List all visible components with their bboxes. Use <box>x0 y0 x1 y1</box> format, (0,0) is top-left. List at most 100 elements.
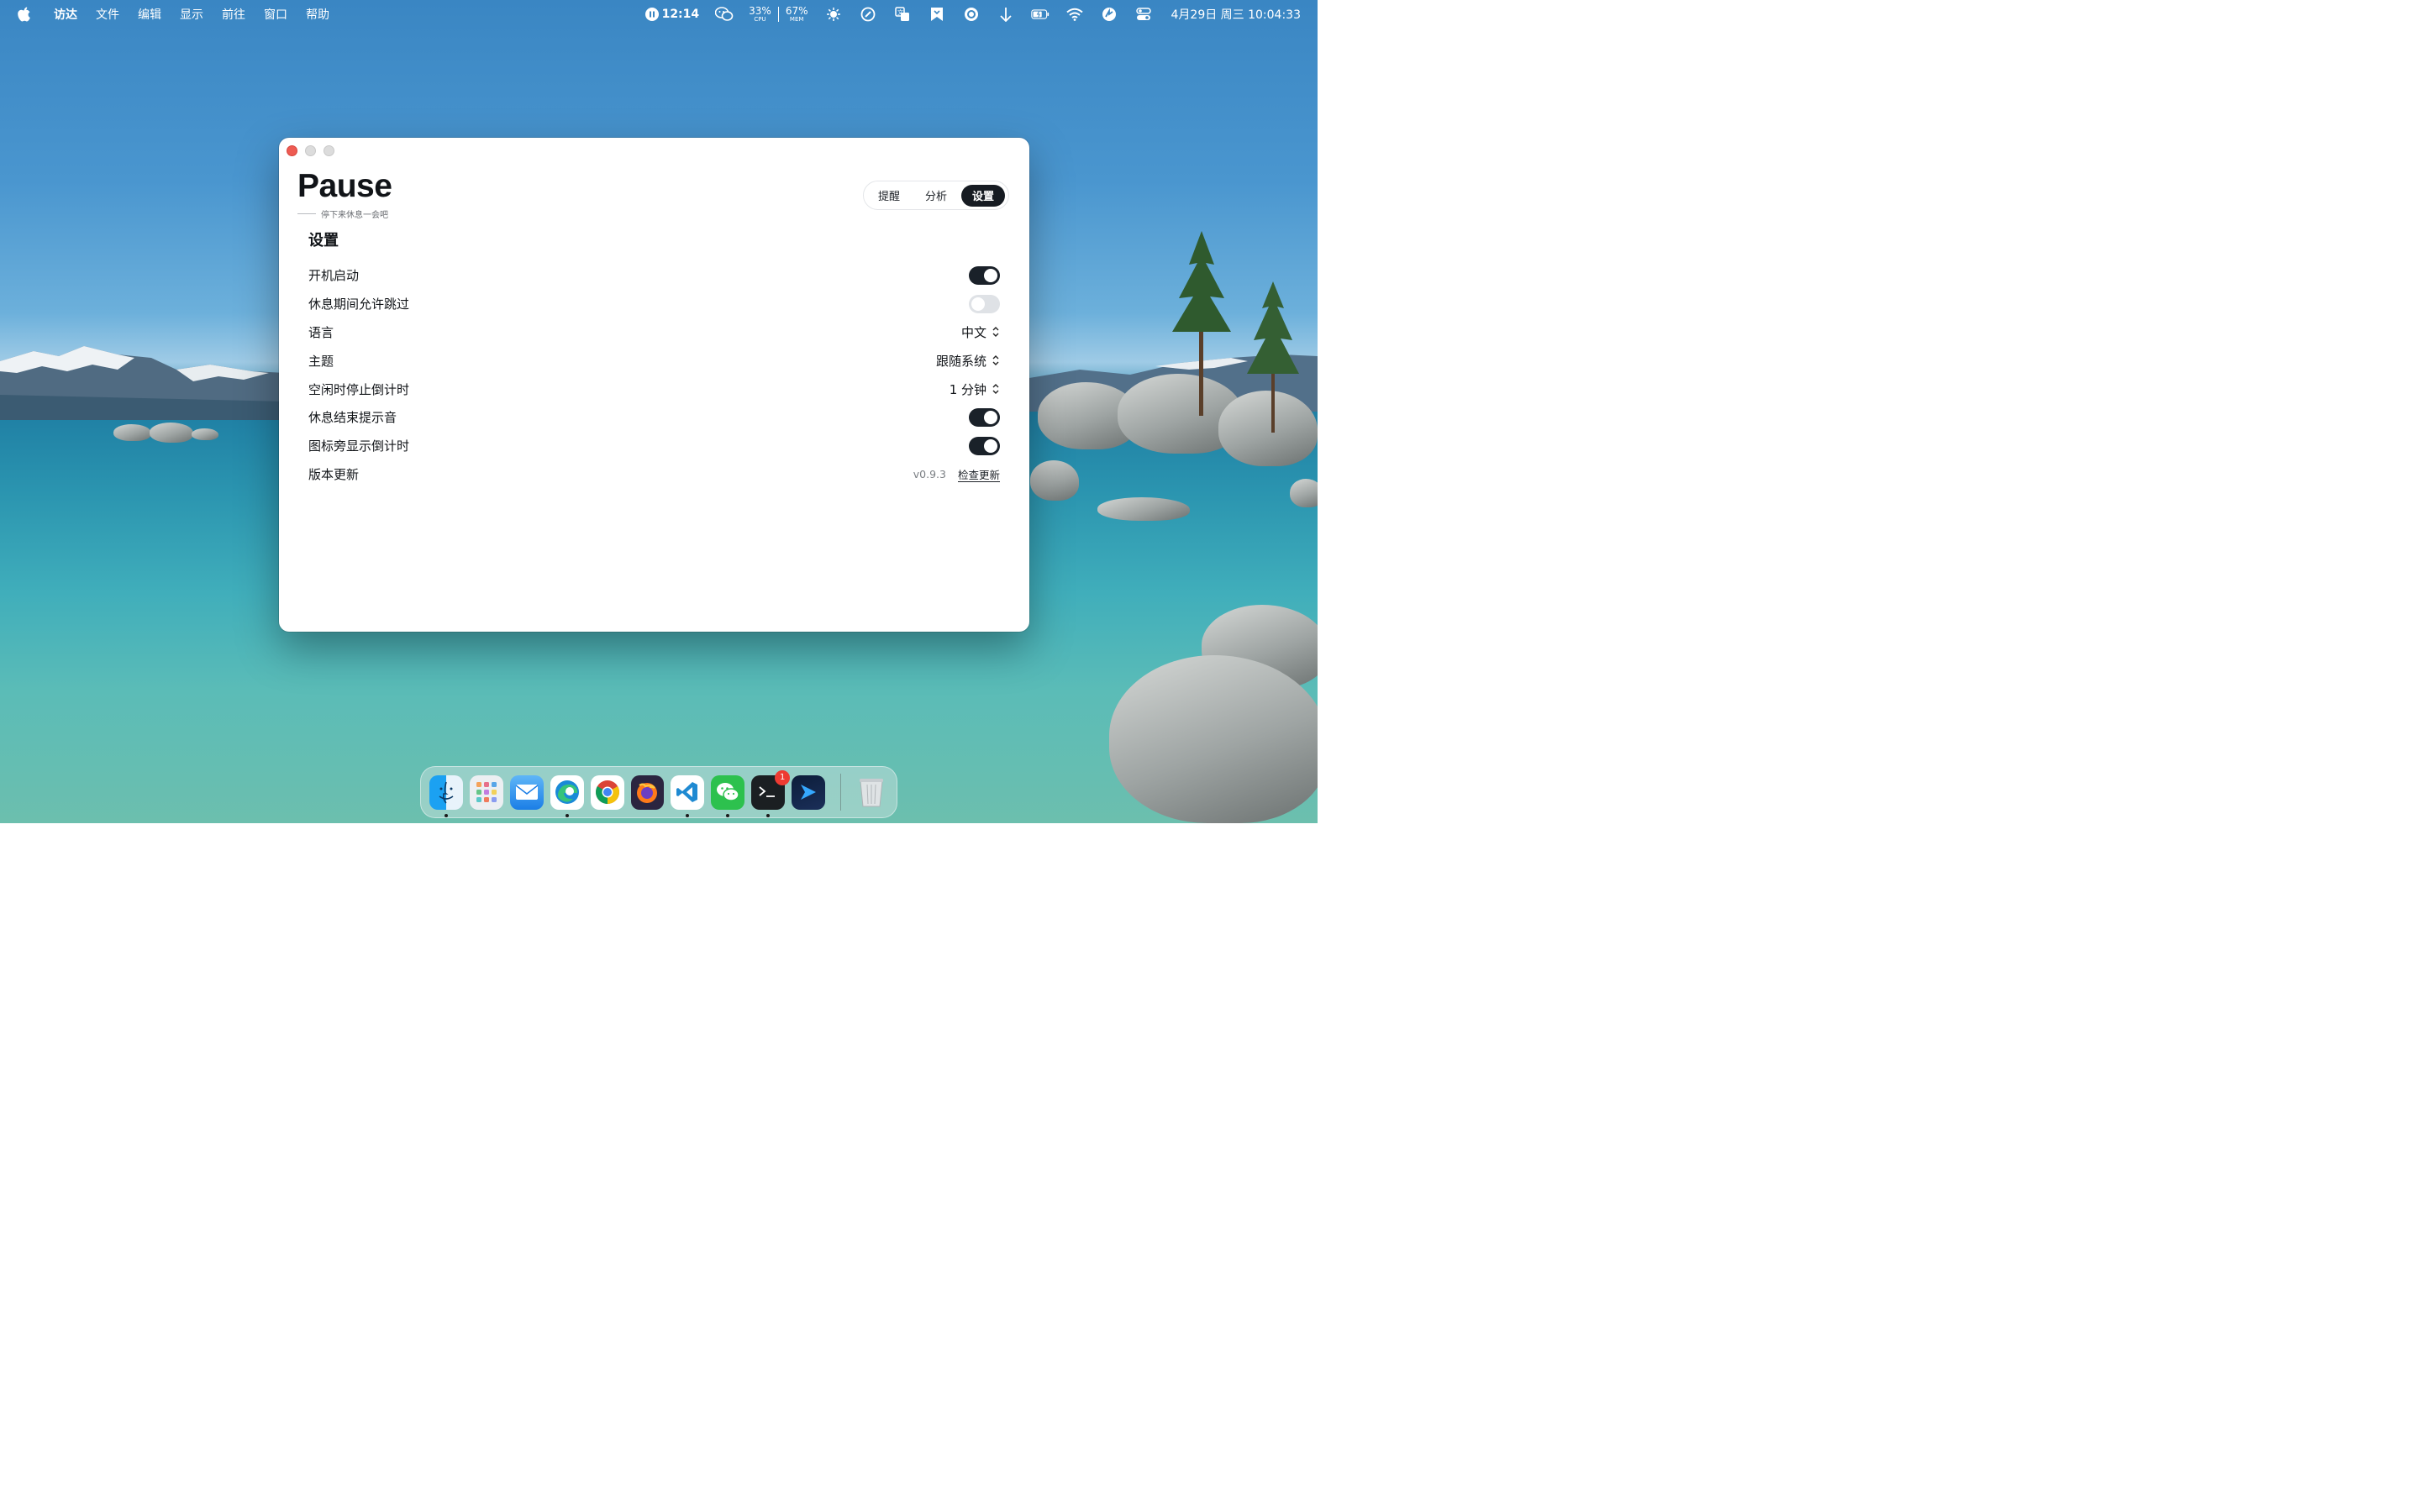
battery-icon[interactable] <box>1030 5 1050 24</box>
chevron-updown-icon <box>992 384 999 395</box>
window-controls <box>287 145 334 156</box>
rock <box>1097 497 1190 521</box>
app-title: Pause <box>297 168 392 204</box>
svg-text:文: 文 <box>897 8 903 16</box>
menu-finder[interactable]: 访达 <box>54 6 77 23</box>
language-select[interactable]: 中文 <box>961 323 1000 341</box>
dock: 1 <box>420 766 897 818</box>
apple-icon[interactable] <box>17 7 32 22</box>
chrome-icon <box>595 780 619 804</box>
minimize-button[interactable] <box>305 145 316 156</box>
vscode-icon <box>676 782 698 802</box>
close-button[interactable] <box>287 145 297 156</box>
rock <box>1030 460 1079 501</box>
setting-label: 版本更新 <box>308 466 360 482</box>
pause-settings-window: Pause 停下来休息一会吧 提醒 分析 设置 设置 开机启动 休息期间允许跳过… <box>279 138 1029 632</box>
launchpad-icon <box>476 782 497 802</box>
idle-stop-value: 1 分钟 <box>949 381 986 397</box>
translate-icon[interactable]: 文 <box>893 5 912 24</box>
cpu-stat[interactable]: 33% CPU <box>749 6 771 23</box>
setting-label: 主题 <box>308 353 334 369</box>
dock-chrome[interactable] <box>590 774 624 810</box>
tagline-divider <box>297 213 316 214</box>
menu-edit[interactable]: 编辑 <box>138 6 161 23</box>
settings-panel: 设置 开机启动 休息期间允许跳过 语言 中文 主题 跟随系统 空闲时停止倒计时 <box>308 228 1000 488</box>
setting-theme: 主题 跟随系统 <box>308 346 1000 375</box>
toggle-knob <box>971 297 985 311</box>
dock-launchpad[interactable] <box>469 774 503 810</box>
dock-terminal[interactable]: 1 <box>751 769 791 817</box>
wechat-status-icon[interactable] <box>715 5 734 24</box>
toggle-knob <box>984 410 997 424</box>
dock-vscode[interactable] <box>671 774 705 817</box>
menu-go[interactable]: 前往 <box>222 6 245 23</box>
control-center-icon[interactable] <box>1134 5 1153 24</box>
dock-mail[interactable] <box>509 774 544 810</box>
setting-label: 图标旁显示倒计时 <box>308 438 410 454</box>
chevron-updown-icon <box>992 355 999 366</box>
edge-icon <box>555 780 579 804</box>
dock-firefox[interactable] <box>630 774 665 810</box>
toggle-knob <box>984 268 997 282</box>
rock <box>150 423 193 443</box>
end-sound-toggle[interactable] <box>969 407 1000 427</box>
finder-icon <box>439 781 454 804</box>
pause-timer-status[interactable]: 12:14 <box>644 7 700 21</box>
idle-stop-select[interactable]: 1 分钟 <box>950 381 1000 398</box>
check-update-link[interactable]: 检查更新 <box>958 466 1000 482</box>
menubar-clock[interactable]: 4月29日 周三 10:04:33 <box>1171 6 1302 23</box>
mem-stat[interactable]: 67% MEM <box>786 6 808 23</box>
allow-skip-toggle[interactable] <box>969 294 1000 313</box>
tab-settings[interactable]: 设置 <box>960 184 1005 207</box>
mail-icon <box>515 785 539 800</box>
speed-gauge-icon[interactable] <box>859 5 877 24</box>
sun-icon[interactable] <box>824 5 843 24</box>
tab-analysis[interactable]: 分析 <box>914 185 958 207</box>
setting-label: 开机启动 <box>308 268 360 284</box>
trash-icon <box>859 779 883 807</box>
setting-label: 休息期间允许跳过 <box>308 297 410 312</box>
record-icon[interactable] <box>962 5 981 24</box>
setting-icon-countdown: 图标旁显示倒计时 <box>308 432 1000 460</box>
theme-value: 跟随系统 <box>935 353 986 369</box>
setting-launch-at-login: 开机启动 <box>308 261 1000 290</box>
proxy-arrow-icon[interactable] <box>997 5 1015 24</box>
running-indicator <box>444 813 448 817</box>
toggle-knob <box>984 438 997 453</box>
icon-countdown-toggle[interactable] <box>969 436 1000 455</box>
tab-reminder[interactable]: 提醒 <box>867 185 911 207</box>
rock <box>1109 655 1318 823</box>
setting-allow-skip: 休息期间允许跳过 <box>308 290 1000 318</box>
dock-finder[interactable] <box>429 774 463 817</box>
dock-wechat[interactable] <box>711 774 745 817</box>
tagline-text: 停下来休息一会吧 <box>321 211 388 220</box>
pause-circle-icon <box>644 7 659 21</box>
settings-heading: 设置 <box>308 232 339 249</box>
dock-trash[interactable] <box>855 775 888 810</box>
zoom-button[interactable] <box>324 145 334 156</box>
menu-file[interactable]: 文件 <box>96 6 119 23</box>
mountains-left <box>0 346 286 420</box>
rock <box>113 424 151 441</box>
menu-view[interactable]: 显示 <box>180 6 203 23</box>
running-indicator <box>565 813 569 817</box>
rock <box>192 428 218 440</box>
running-indicator <box>686 813 690 817</box>
language-value: 中文 <box>960 324 986 340</box>
dock-edge[interactable] <box>550 774 584 817</box>
wechat-icon <box>717 783 740 801</box>
notification-badge: 1 <box>775 769 791 785</box>
bookmark-app-icon[interactable] <box>928 5 946 24</box>
sync-app-icon[interactable] <box>1100 5 1118 24</box>
dock-separator <box>840 774 842 811</box>
menu-window[interactable]: 窗口 <box>264 6 287 23</box>
menu-help[interactable]: 帮助 <box>306 6 329 23</box>
menu-bar: 访达 文件 编辑 显示 前往 窗口 帮助 12:14 33% CPU 67% M… <box>0 0 1318 28</box>
dock-prompt[interactable] <box>792 774 826 810</box>
wifi-icon[interactable] <box>1065 5 1084 24</box>
launch-at-login-toggle[interactable] <box>969 265 1000 285</box>
theme-select[interactable]: 跟随系统 <box>936 352 1000 370</box>
app-tagline: 停下来休息一会吧 <box>297 207 392 220</box>
update-controls: v0.9.3 检查更新 <box>913 466 1000 482</box>
timer-text: 12:14 <box>661 7 700 21</box>
